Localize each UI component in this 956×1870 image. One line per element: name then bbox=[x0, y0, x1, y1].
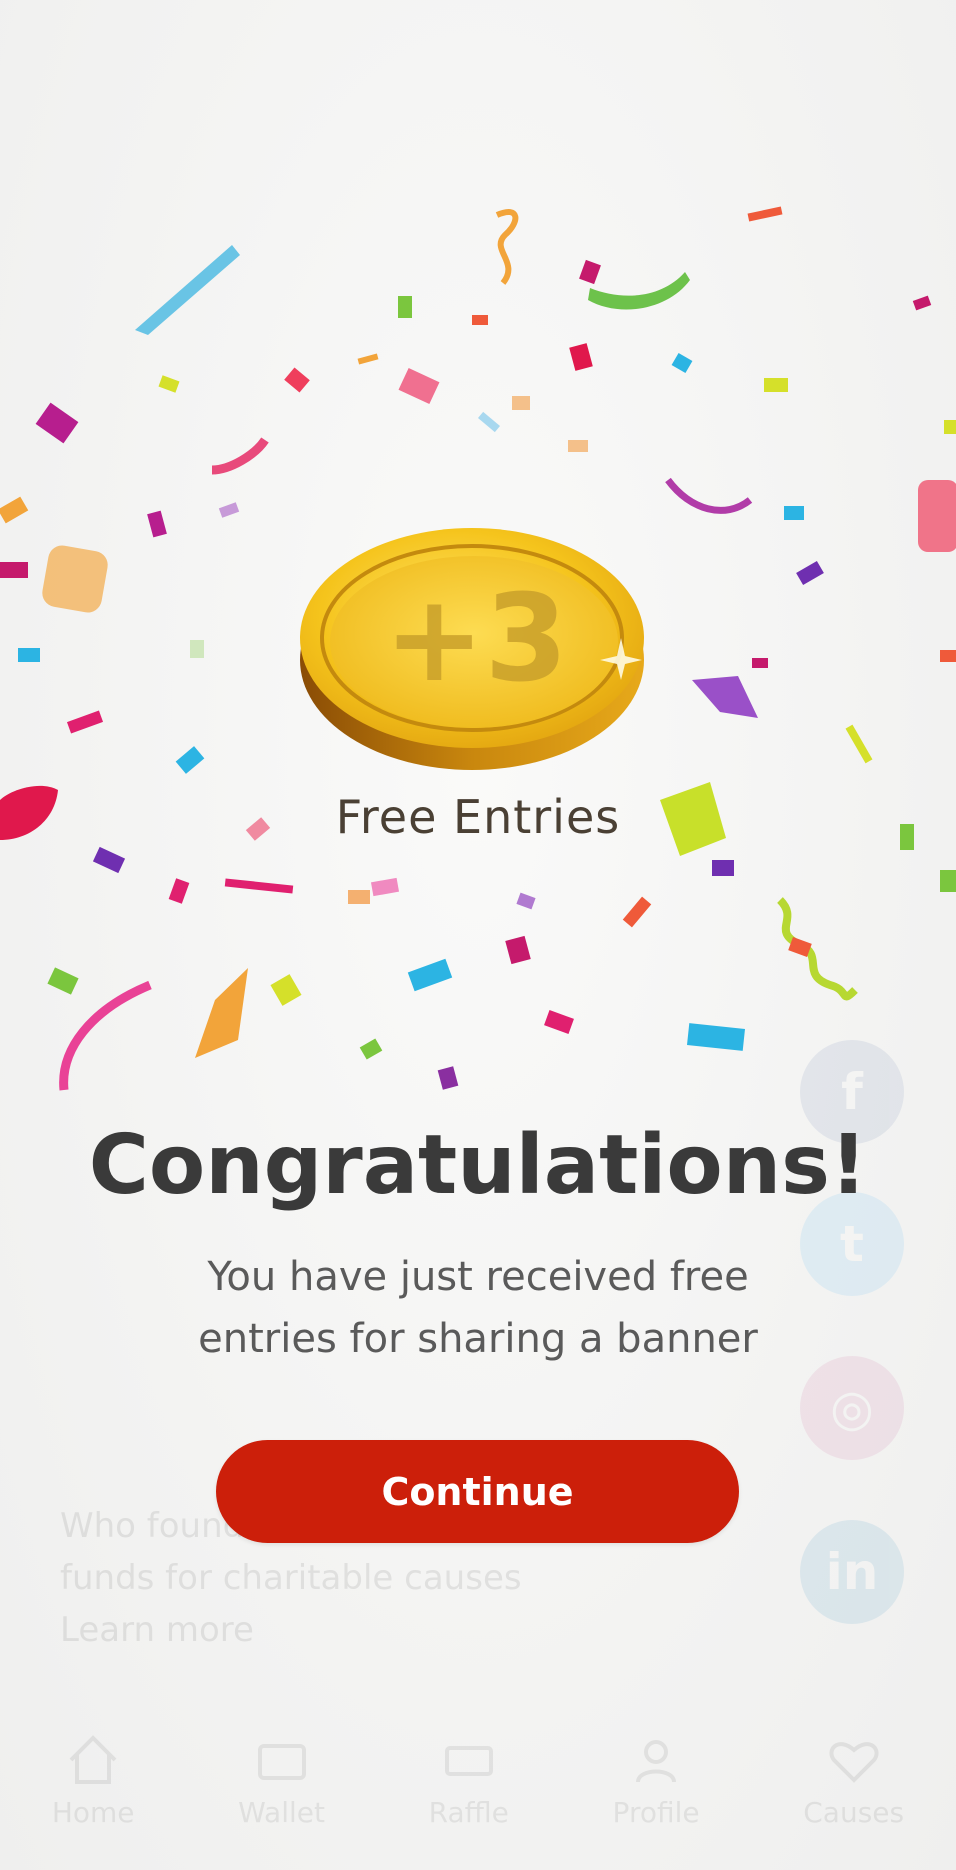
nav-item-profile: Profile bbox=[613, 1730, 700, 1829]
confetti-piece bbox=[147, 510, 167, 538]
confetti-piece bbox=[912, 295, 932, 311]
confetti-piece bbox=[671, 352, 693, 374]
confetti-streamer bbox=[665, 477, 753, 514]
confetti-piece bbox=[692, 676, 758, 718]
confetti-piece bbox=[516, 892, 536, 910]
confetti-piece bbox=[478, 411, 500, 433]
confetti-piece bbox=[195, 968, 248, 1058]
nav-item-wallet: Wallet bbox=[238, 1730, 325, 1829]
confetti-piece bbox=[359, 1038, 383, 1060]
confetti-piece bbox=[796, 560, 824, 586]
confetti-piece bbox=[752, 658, 768, 668]
confetti-piece bbox=[579, 259, 601, 285]
screen: f t ◎ in Who found funds for charitable … bbox=[0, 0, 956, 1870]
confetti-piece bbox=[270, 974, 302, 1006]
user-icon bbox=[636, 1740, 677, 1783]
confetti-piece bbox=[712, 860, 734, 876]
confetti-piece bbox=[544, 1010, 574, 1034]
confetti-streamer bbox=[588, 272, 690, 310]
confetti-piece bbox=[437, 1066, 459, 1090]
confetti-piece bbox=[940, 650, 956, 662]
confetti-piece bbox=[687, 1023, 745, 1051]
linkedin-icon: in bbox=[800, 1520, 904, 1624]
nav-item-label: Profile bbox=[612, 1796, 700, 1829]
dialog-title: Congratulations! bbox=[88, 1118, 868, 1213]
confetti-piece bbox=[398, 296, 412, 318]
nav-item-label: Raffle bbox=[428, 1796, 509, 1829]
confetti-piece bbox=[622, 896, 652, 928]
confetti-piece bbox=[0, 562, 28, 578]
home-icon bbox=[69, 1735, 117, 1784]
confetti-piece bbox=[42, 545, 108, 613]
confetti-piece bbox=[135, 245, 240, 335]
confetti-piece bbox=[175, 746, 205, 774]
confetti-piece bbox=[918, 480, 956, 552]
confetti-piece bbox=[398, 367, 440, 405]
confetti-piece bbox=[569, 343, 593, 371]
dialog-message: You have just received free entries for … bbox=[198, 1254, 758, 1362]
background-text-line: funds for charitable causes bbox=[60, 1558, 522, 1598]
confetti-piece bbox=[190, 640, 204, 658]
background-text-line: Learn more bbox=[60, 1610, 254, 1650]
confetti-piece bbox=[747, 206, 783, 222]
confetti-streamer bbox=[211, 437, 269, 475]
confetti-piece bbox=[472, 315, 488, 325]
confetti-piece bbox=[370, 877, 400, 897]
ticket-icon bbox=[444, 1746, 493, 1776]
confetti-piece bbox=[218, 502, 240, 518]
nav-item-label: Wallet bbox=[238, 1796, 325, 1829]
heart-icon bbox=[829, 1742, 879, 1783]
confetti-piece bbox=[357, 353, 379, 365]
confetti-piece bbox=[348, 890, 370, 904]
confetti-piece bbox=[0, 496, 29, 524]
confetti-piece bbox=[66, 710, 104, 734]
background-text-line: Who found bbox=[60, 1506, 245, 1546]
nav-item-causes: Causes bbox=[803, 1730, 904, 1829]
confetti-piece bbox=[940, 870, 956, 892]
nav-item-label: Causes bbox=[803, 1796, 905, 1829]
confetti-piece bbox=[568, 440, 588, 452]
confetti-streamer bbox=[59, 980, 152, 1091]
background-bottom-nav: Home Wallet Raffle Profile Causes bbox=[0, 1730, 956, 1870]
confetti-piece bbox=[512, 396, 530, 410]
nav-item-raffle: Raffle bbox=[429, 1730, 509, 1829]
free-entries-label: Free Entries bbox=[335, 790, 621, 844]
confetti-piece bbox=[764, 378, 788, 392]
confetti-piece bbox=[168, 878, 190, 904]
confetti-piece bbox=[47, 967, 79, 995]
confetti-piece bbox=[845, 724, 873, 764]
confetti-piece bbox=[407, 958, 453, 992]
coin-value: +3 bbox=[384, 570, 568, 709]
confetti-piece bbox=[18, 648, 40, 662]
wallet-icon bbox=[257, 1744, 306, 1780]
confetti-piece bbox=[92, 846, 126, 874]
confetti-piece bbox=[224, 878, 294, 894]
confetti-piece bbox=[158, 375, 180, 393]
confetti-piece bbox=[944, 420, 956, 434]
confetti-piece bbox=[784, 506, 804, 520]
nav-item-label: Home bbox=[51, 1796, 135, 1829]
nav-item-home: Home bbox=[52, 1730, 135, 1829]
coin-icon: +3 bbox=[300, 528, 644, 770]
confetti-piece bbox=[35, 402, 79, 444]
continue-button[interactable]: Continue bbox=[216, 1440, 739, 1543]
instagram-icon: ◎ bbox=[800, 1356, 904, 1460]
reward-coin: +3 bbox=[296, 520, 652, 780]
confetti-streamer bbox=[495, 209, 519, 285]
confetti-piece bbox=[284, 367, 310, 393]
confetti-piece bbox=[505, 935, 531, 965]
